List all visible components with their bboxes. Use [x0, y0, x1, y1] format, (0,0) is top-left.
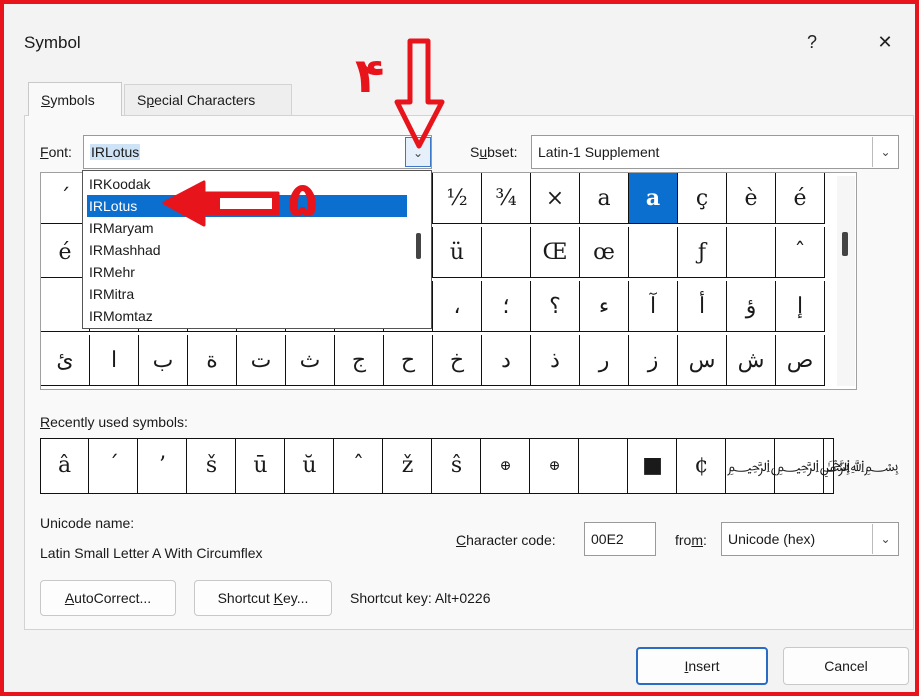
symbol-cell[interactable]: ،: [433, 281, 482, 332]
recent-symbol-cell[interactable]: ⊕: [531, 439, 579, 493]
recent-symbol-cell[interactable]: ⊕: [482, 439, 530, 493]
unicode-name-value: Latin Small Letter A With Circumflex: [40, 545, 263, 561]
recent-symbol-cell[interactable]: ﷽: [776, 439, 899, 493]
from-combobox[interactable]: Unicode (hex) ⌄: [721, 522, 899, 556]
left-arrow-annotation-icon: [162, 180, 280, 227]
recent-symbol-cell[interactable]: ū: [237, 439, 285, 493]
subset-combobox[interactable]: Latin-1 Supplement ⌄: [531, 135, 899, 169]
recent-symbol-cell[interactable]: ˆ: [335, 439, 383, 493]
symbol-cell[interactable]: ×: [531, 173, 580, 224]
shortcut-key-text: Shortcut key: Alt+0226: [350, 590, 491, 606]
symbol-cell[interactable]: ؤ: [727, 281, 776, 332]
symbol-cell[interactable]: ث: [286, 335, 335, 386]
symbol-cell[interactable]: ü: [433, 227, 482, 278]
symbol-cell[interactable]: ز: [629, 335, 678, 386]
recent-symbol-cell[interactable]: â: [41, 439, 89, 493]
symbol-cell[interactable]: ا: [90, 335, 139, 386]
recent-symbols-label: Recently used symbols:: [40, 414, 188, 430]
symbol-cell[interactable]: [482, 227, 531, 278]
annotation-step5: ۵: [288, 172, 318, 228]
symbol-cell[interactable]: ء: [580, 281, 629, 332]
cancel-button[interactable]: Cancel: [783, 647, 909, 685]
from-value: Unicode (hex): [728, 531, 816, 547]
font-option-irmomtaz[interactable]: IRMomtaz: [87, 305, 407, 327]
chevron-down-icon[interactable]: ⌄: [872, 524, 898, 554]
symbol-cell[interactable]: خ: [433, 335, 482, 386]
unicode-name-label: Unicode name:: [40, 515, 135, 531]
tab-symbols[interactable]: Symbols: [28, 82, 122, 116]
symbol-cell[interactable]: é: [776, 173, 825, 224]
font-combobox[interactable]: IRLotus ⌄: [83, 135, 432, 169]
chevron-down-icon[interactable]: ⌄: [872, 137, 898, 167]
symbol-cell[interactable]: ؛: [482, 281, 531, 332]
from-label: from:: [675, 532, 707, 548]
subset-label: Subset:: [470, 144, 518, 160]
symbol-cell[interactable]: س: [678, 335, 727, 386]
tab-special-characters[interactable]: Special Characters: [124, 84, 292, 116]
recent-symbol-cell[interactable]: ’: [139, 439, 187, 493]
dialog-title: Symbol: [24, 33, 81, 52]
symbol-cell[interactable]: أ: [678, 281, 727, 332]
subset-value: Latin-1 Supplement: [538, 144, 660, 160]
symbol-cell[interactable]: [629, 227, 678, 278]
symbol-cell[interactable]: [727, 227, 776, 278]
symbol-cell[interactable]: ƒ: [678, 227, 727, 278]
symbol-cell[interactable]: إ: [776, 281, 825, 332]
down-arrow-annotation-icon: [394, 38, 445, 149]
recent-symbol-cell[interactable]: ŝ: [433, 439, 481, 493]
symbol-cell[interactable]: Œ: [531, 227, 580, 278]
font-option-irmashhad[interactable]: IRMashhad: [87, 239, 407, 261]
symbol-cell[interactable]: ئ: [41, 335, 90, 386]
recent-symbol-cell[interactable]: ¢: [678, 439, 726, 493]
symbol-cell[interactable]: ص: [776, 335, 825, 386]
dropdown-scrollbar-thumb[interactable]: [416, 233, 421, 259]
symbol-cell[interactable]: ج: [335, 335, 384, 386]
symbol-cell[interactable]: ˆ: [776, 227, 825, 278]
symbol-cell[interactable]: ح: [384, 335, 433, 386]
symbol-cell[interactable]: ¾: [482, 173, 531, 224]
recent-symbol-cell[interactable]: š: [188, 439, 236, 493]
symbol-cell[interactable]: د: [482, 335, 531, 386]
dropdown-scrollbar[interactable]: [409, 173, 429, 325]
shortcut-key-button[interactable]: Shortcut Key...: [194, 580, 332, 616]
symbol-cell[interactable]: ة: [188, 335, 237, 386]
recent-symbol-cell[interactable]: ´: [90, 439, 138, 493]
symbol-cell[interactable]: œ: [580, 227, 629, 278]
symbol-cell[interactable]: ç: [678, 173, 727, 224]
recent-symbol-cell[interactable]: ž: [384, 439, 432, 493]
annotation-step4: ۴: [355, 48, 385, 104]
symbol-cell[interactable]: è: [727, 173, 776, 224]
help-button[interactable]: ?: [797, 28, 827, 56]
recent-symbol-cell[interactable]: ŭ: [286, 439, 334, 493]
symbol-cell[interactable]: a: [580, 173, 629, 224]
symbol-cell[interactable]: ½: [433, 173, 482, 224]
symbol-cell[interactable]: ت: [237, 335, 286, 386]
character-code-input[interactable]: 00E2: [584, 522, 656, 556]
recent-symbol-cell[interactable]: ■: [629, 439, 677, 493]
grid-scrollbar-thumb[interactable]: [842, 232, 848, 256]
recent-symbols-row[interactable]: â´’šūŭˆžŝ⊕⊕■¢﷽﷽: [40, 438, 899, 494]
symbol-cell[interactable]: ذ: [531, 335, 580, 386]
symbol-cell[interactable]: a: [629, 173, 678, 224]
font-option-irmehr[interactable]: IRMehr: [87, 261, 407, 283]
grid-scrollbar[interactable]: [837, 176, 855, 386]
autocorrect-button[interactable]: AutoCorrect...: [40, 580, 176, 616]
recent-symbol-cell[interactable]: [580, 439, 628, 493]
symbol-cell[interactable]: ر: [580, 335, 629, 386]
symbol-cell[interactable]: ش: [727, 335, 776, 386]
font-option-irmitra[interactable]: IRMitra: [87, 283, 407, 305]
symbol-cell[interactable]: آ: [629, 281, 678, 332]
character-code-label: Character code:: [456, 532, 556, 548]
symbol-cell[interactable]: ب: [139, 335, 188, 386]
font-value: IRLotus: [90, 144, 141, 160]
insert-button[interactable]: Insert: [636, 647, 768, 685]
recent-symbol-cell[interactable]: ﷽: [727, 439, 850, 493]
close-button[interactable]: ✕: [870, 28, 900, 56]
font-label: Font:: [40, 144, 72, 160]
symbol-cell[interactable]: ؟: [531, 281, 580, 332]
